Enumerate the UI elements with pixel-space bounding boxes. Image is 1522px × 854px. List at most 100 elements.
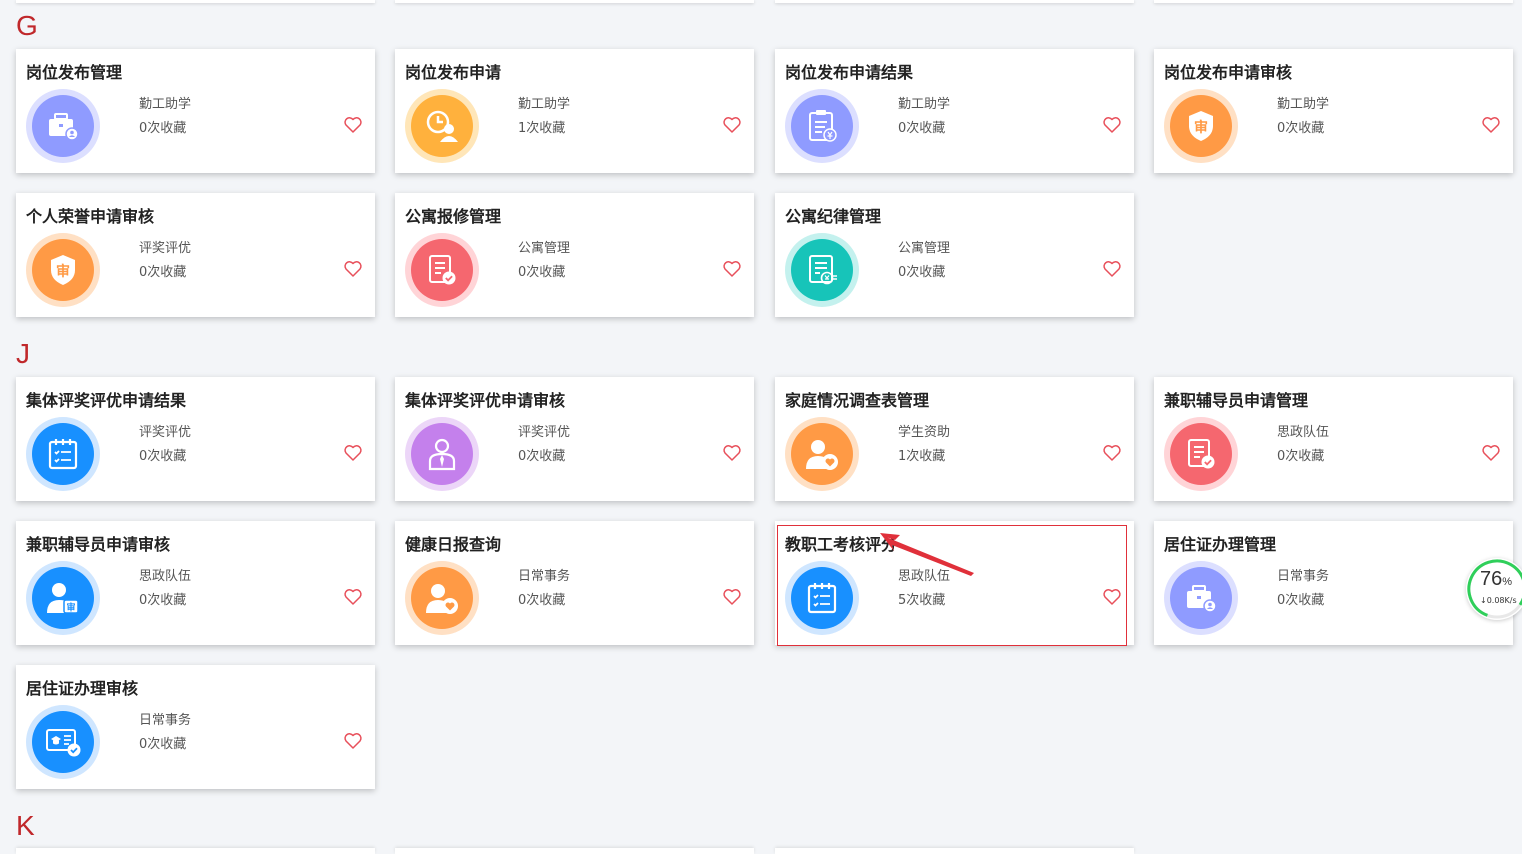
review-shield-icon: 审	[26, 233, 100, 307]
card-title: 集体评奖评优申请审核	[405, 391, 566, 410]
app-card[interactable]: 兼职辅导员申请审核 审 思政队伍 0次收藏	[16, 521, 375, 645]
favorite-heart-icon[interactable]	[1481, 115, 1501, 135]
card-category: 日常事务	[518, 569, 571, 584]
document-check-icon	[1164, 417, 1238, 491]
card-favorite-count: 0次收藏	[898, 265, 946, 280]
card-title: 集体评奖评优申请结果	[26, 391, 187, 410]
card-title: 居住证办理管理	[1164, 535, 1277, 554]
svg-text:审: 审	[1194, 119, 1208, 136]
card-category: 评奖评优	[139, 425, 192, 440]
network-speed-widget[interactable]: 76% ↓0.08K/s	[1466, 558, 1522, 620]
card-title: 兼职辅导员申请管理	[1164, 391, 1309, 410]
user-heart-icon	[405, 561, 479, 635]
card-category: 思政队伍	[1277, 425, 1330, 440]
app-card[interactable]: 集体评奖评优申请结果 评奖评优 0次收藏	[16, 377, 375, 501]
annotation-arrow-icon	[880, 533, 974, 576]
card-category: 勤工助学	[1277, 97, 1330, 112]
favorite-heart-icon[interactable]	[1481, 443, 1501, 463]
card-category: 公寓管理	[518, 241, 571, 256]
card-title: 公寓报修管理	[405, 207, 502, 226]
card-favorite-count: 0次收藏	[139, 265, 187, 280]
favorite-heart-icon[interactable]	[1102, 115, 1122, 135]
card-title: 岗位发布申请审核	[1164, 63, 1293, 82]
card-favorite-count: 0次收藏	[139, 449, 187, 464]
card-title: 岗位发布申请	[405, 63, 502, 82]
card-category: 评奖评优	[139, 241, 192, 256]
card-title: 居住证办理审核	[26, 679, 139, 698]
partial-card-bottom	[775, 848, 1134, 854]
card-favorite-count: 0次收藏	[898, 121, 946, 136]
card-category: 思政队伍	[139, 569, 192, 584]
calendar-list-icon	[785, 561, 859, 635]
app-card[interactable]: 公寓报修管理 公寓管理 0次收藏	[395, 193, 754, 317]
briefcase-user-icon	[26, 89, 100, 163]
app-card[interactable]: 居住证办理审核 日常事务 0次收藏	[16, 665, 375, 789]
document-check-icon	[405, 233, 479, 307]
card-title: 健康日报查询	[405, 535, 502, 554]
document-yuan-icon	[785, 233, 859, 307]
card-title: 家庭情况调查表管理	[785, 391, 930, 410]
favorite-heart-icon[interactable]	[1102, 443, 1122, 463]
app-card[interactable]: 个人荣誉申请审核 审 评奖评优 0次收藏	[16, 193, 375, 317]
card-category: 勤工助学	[898, 97, 951, 112]
card-category: 勤工助学	[518, 97, 571, 112]
card-title: 岗位发布申请结果	[785, 63, 914, 82]
partial-card-top	[16, 0, 375, 3]
card-category: 公寓管理	[898, 241, 951, 256]
card-favorite-count: 0次收藏	[139, 593, 187, 608]
card-favorite-count: 1次收藏	[518, 121, 566, 136]
card-title: 兼职辅导员申请审核	[26, 535, 171, 554]
person-tie-icon	[405, 417, 479, 491]
app-card[interactable]: 岗位发布申请审核 审 勤工助学 0次收藏	[1154, 49, 1513, 173]
partial-card-top	[395, 0, 754, 3]
clipboard-yuan-icon	[785, 89, 859, 163]
card-favorite-count: 0次收藏	[518, 449, 566, 464]
card-title: 岗位发布管理	[26, 63, 123, 82]
partial-card-bottom	[16, 848, 375, 854]
speed-percent: 76%	[1480, 568, 1513, 590]
section-letter-g: G	[16, 10, 38, 41]
card-category: 学生资助	[898, 425, 951, 440]
favorite-heart-icon[interactable]	[343, 731, 363, 751]
favorite-heart-icon[interactable]	[343, 115, 363, 135]
favorite-heart-icon[interactable]	[722, 115, 742, 135]
favorite-heart-icon[interactable]	[343, 587, 363, 607]
id-card-check-icon	[26, 705, 100, 779]
favorite-heart-icon[interactable]	[722, 259, 742, 279]
favorite-heart-icon[interactable]	[722, 587, 742, 607]
app-card[interactable]: 健康日报查询 日常事务 0次收藏	[395, 521, 754, 645]
app-card[interactable]: 居住证办理管理 日常事务 0次收藏	[1154, 521, 1513, 645]
partial-card-top	[1154, 0, 1513, 3]
svg-text:审: 审	[56, 263, 70, 280]
app-card[interactable]: 岗位发布申请结果 勤工助学 0次收藏	[775, 49, 1134, 173]
card-favorite-count: 0次收藏	[518, 265, 566, 280]
app-card[interactable]: 岗位发布管理 勤工助学 0次收藏	[16, 49, 375, 173]
svg-text:审: 审	[66, 602, 75, 614]
card-favorite-count: 0次收藏	[1277, 449, 1325, 464]
app-card[interactable]: 集体评奖评优申请审核 评奖评优 0次收藏	[395, 377, 754, 501]
section-letter-k: K	[16, 810, 35, 841]
card-favorite-count: 0次收藏	[1277, 121, 1325, 136]
card-category: 日常事务	[139, 713, 192, 728]
favorite-heart-icon[interactable]	[343, 259, 363, 279]
review-shield-icon: 审	[1164, 89, 1238, 163]
card-category: 评奖评优	[518, 425, 571, 440]
user-review-icon: 审	[26, 561, 100, 635]
app-card[interactable]: 公寓纪律管理 公寓管理 0次收藏	[775, 193, 1134, 317]
favorite-heart-icon[interactable]	[1102, 587, 1122, 607]
user-heart-icon	[785, 417, 859, 491]
card-category: 勤工助学	[139, 97, 192, 112]
card-favorite-count: 1次收藏	[898, 449, 946, 464]
clock-user-icon	[405, 89, 479, 163]
app-card[interactable]: 岗位发布申请 勤工助学 1次收藏	[395, 49, 754, 173]
card-category: 日常事务	[1277, 569, 1330, 584]
card-title: 个人荣誉申请审核	[26, 207, 155, 226]
app-card[interactable]: 兼职辅导员申请管理 思政队伍 0次收藏	[1154, 377, 1513, 501]
section-letter-j: J	[16, 338, 30, 369]
partial-card-top	[775, 0, 1134, 3]
app-card[interactable]: 家庭情况调查表管理 学生资助 1次收藏	[775, 377, 1134, 501]
favorite-heart-icon[interactable]	[1102, 259, 1122, 279]
favorite-heart-icon[interactable]	[722, 443, 742, 463]
speed-rate: ↓0.08K/s	[1480, 596, 1517, 605]
favorite-heart-icon[interactable]	[343, 443, 363, 463]
